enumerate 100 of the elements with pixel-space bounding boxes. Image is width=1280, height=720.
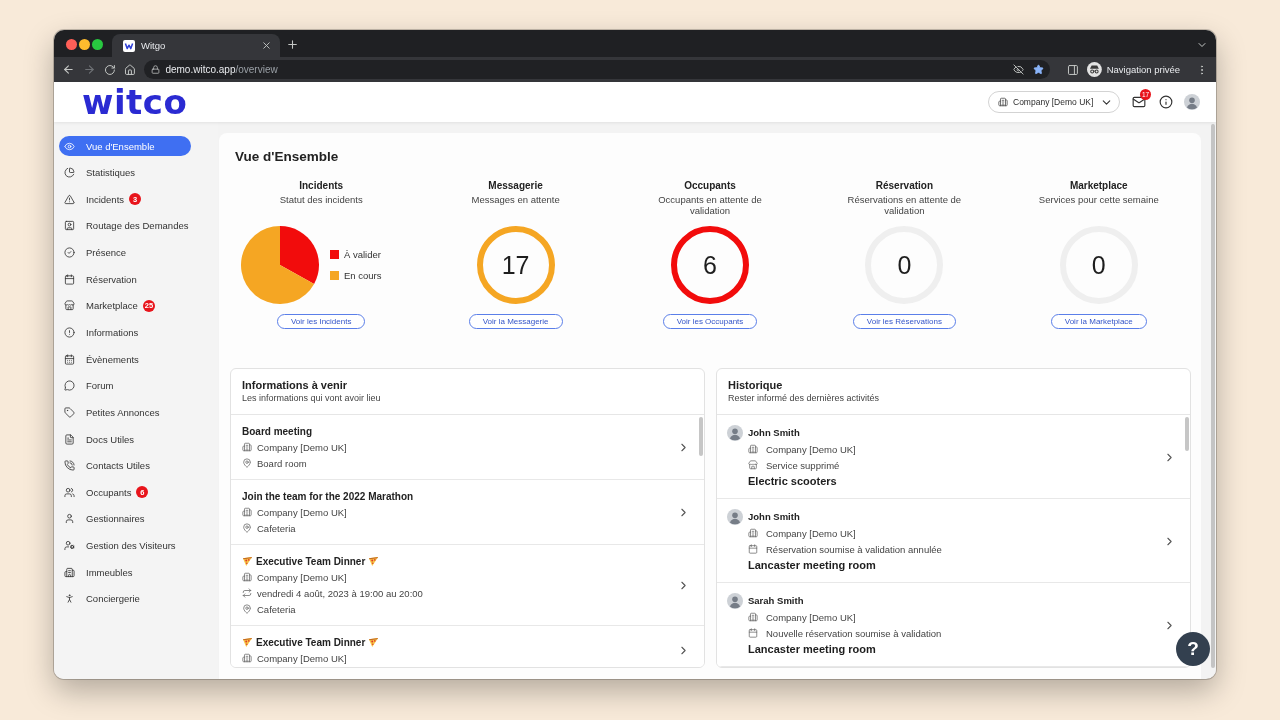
forward-arrow-icon[interactable] (82, 63, 96, 76)
window-close-button[interactable] (66, 39, 77, 50)
map-pin-icon (242, 458, 252, 468)
star-icon[interactable] (1033, 64, 1044, 75)
calendar-icon (748, 544, 758, 554)
nav-item[interactable]: Présence (59, 242, 191, 263)
view-button[interactable]: Voir la Marketplace (1050, 314, 1147, 329)
panel-title: Historique (728, 378, 784, 392)
check-circle-icon (64, 247, 75, 259)
company-name: Company [Demo UK] (257, 652, 347, 664)
view-button[interactable]: Voir les Incidents (276, 314, 366, 329)
calendar-icon (64, 353, 75, 365)
location-name: Board room (257, 457, 307, 469)
nav-item[interactable]: Gestion des Visiteurs (59, 535, 191, 556)
avatar-icon (727, 509, 743, 525)
calendar-icon (64, 273, 75, 285)
user-gear-icon (64, 540, 75, 552)
nav-item[interactable]: Statistiques (59, 162, 191, 183)
stat-title: Marketplace (1069, 180, 1128, 192)
side-panel-icon[interactable] (1067, 63, 1079, 76)
stat-title: Réservation (875, 180, 933, 192)
help-button[interactable]: ? (1176, 632, 1210, 666)
nav-item[interactable]: Gestionnaires (59, 508, 191, 529)
event-title: Executive Team Dinner (256, 636, 366, 648)
back-arrow-icon[interactable] (62, 63, 75, 76)
panel-title: Informations à venir (242, 378, 349, 392)
event-title: Join the team for the 2022 Marathon (242, 490, 414, 502)
company-select[interactable]: Company [Demo UK] (988, 91, 1120, 113)
building-icon (242, 507, 252, 517)
location-name: Cafeteria (257, 603, 296, 615)
building-icon (998, 97, 1008, 107)
user-card-icon (64, 220, 75, 232)
nav-item[interactable]: Routage des Demandes (59, 215, 191, 236)
map-pin-icon (242, 523, 252, 533)
stat-subtitle: Réservations en attente de validation (846, 194, 963, 216)
stat-title: Incidents (299, 180, 344, 192)
nav-item[interactable]: Informations (59, 322, 191, 343)
count-value: 0 (1091, 250, 1106, 280)
stat-subtitle: Messages en attente (471, 194, 560, 207)
address-bar[interactable]: demo.witco.app/overview (144, 60, 1050, 79)
company-name: Company [Demo UK] (766, 443, 856, 455)
nav-item[interactable]: Docs Utiles (59, 429, 191, 450)
alert-circle-icon (64, 327, 75, 338)
logo[interactable]: witco (82, 82, 188, 122)
window-minimize-button[interactable] (79, 39, 90, 50)
close-icon[interactable] (261, 40, 272, 51)
activity-subject: Electric scooters (748, 474, 838, 489)
building-icon (748, 444, 758, 454)
event-title: Board meeting (242, 425, 312, 437)
activity-text: Réservation soumise à validation annulée (766, 543, 942, 555)
activity-subject: Lancaster meeting room (748, 642, 877, 657)
users-icon (64, 486, 75, 498)
home-icon[interactable] (123, 63, 136, 76)
mail-icon[interactable] (1132, 95, 1146, 109)
building-icon (242, 572, 252, 582)
window-zoom-button[interactable] (92, 39, 103, 50)
user-icon (64, 513, 75, 525)
building-icon (242, 653, 252, 663)
view-button[interactable]: Voir les Réservations (852, 314, 956, 329)
lock-icon (151, 65, 161, 74)
avatar-icon[interactable] (1184, 94, 1200, 110)
company-name: Company [Demo UK] (257, 441, 347, 453)
reload-icon[interactable] (103, 63, 116, 76)
nav-item[interactable]: Réservation (59, 269, 191, 290)
panel-subtitle: Les informations qui vont avoir lieu (242, 392, 382, 404)
count-value: 6 (703, 250, 717, 280)
stat-subtitle: Services pour cette semaine (1038, 194, 1159, 207)
nav-item[interactable]: Immeubles (59, 562, 191, 583)
url-text: demo.witco.app/overview (165, 64, 278, 75)
eye-icon (64, 140, 75, 152)
view-button[interactable]: Voir les Occupants (662, 314, 758, 329)
nav-item[interactable]: Conciergerie (59, 588, 191, 609)
plus-icon[interactable] (286, 38, 299, 51)
event-date: vendredi 4 août, 2023 à 19:00 au 20:00 (257, 587, 423, 599)
count-value: 17 (501, 250, 530, 280)
location-name: Cafeteria (257, 522, 296, 534)
nav-item[interactable]: Vue d'Ensemble (59, 136, 191, 156)
company-name: Company [Demo UK] (257, 571, 347, 583)
author-name: John Smith (748, 426, 801, 440)
person-icon (64, 593, 75, 605)
building-icon (64, 566, 75, 578)
nav-item[interactable]: Forum (59, 375, 191, 396)
avatar-icon (727, 593, 743, 609)
document-icon (64, 433, 75, 445)
view-button[interactable]: Voir la Messagerie (468, 314, 563, 329)
incognito-icon[interactable] (1086, 62, 1102, 77)
nav-item[interactable]: Contacts Utiles (59, 455, 191, 476)
author-name: John Smith (748, 510, 801, 524)
info-icon[interactable] (1159, 95, 1173, 109)
activity-text: Service supprimé (766, 459, 840, 471)
nav-item[interactable]: Petites Annonces (59, 402, 191, 423)
activity-subject: Lancaster meeting room (748, 558, 877, 573)
eye-off-icon[interactable] (1013, 64, 1024, 75)
browser-tab[interactable]: Witgo (112, 34, 280, 57)
scrollbar-thumb[interactable] (1210, 124, 1215, 668)
profile-label[interactable]: Navigation privée (1106, 64, 1181, 75)
activity-text: Nouvelle réservation soumise à validation (766, 627, 942, 639)
company-name: Company [Demo UK] (766, 527, 856, 539)
avatar-icon (727, 425, 743, 441)
nav-item[interactable]: Évènements (59, 349, 191, 370)
